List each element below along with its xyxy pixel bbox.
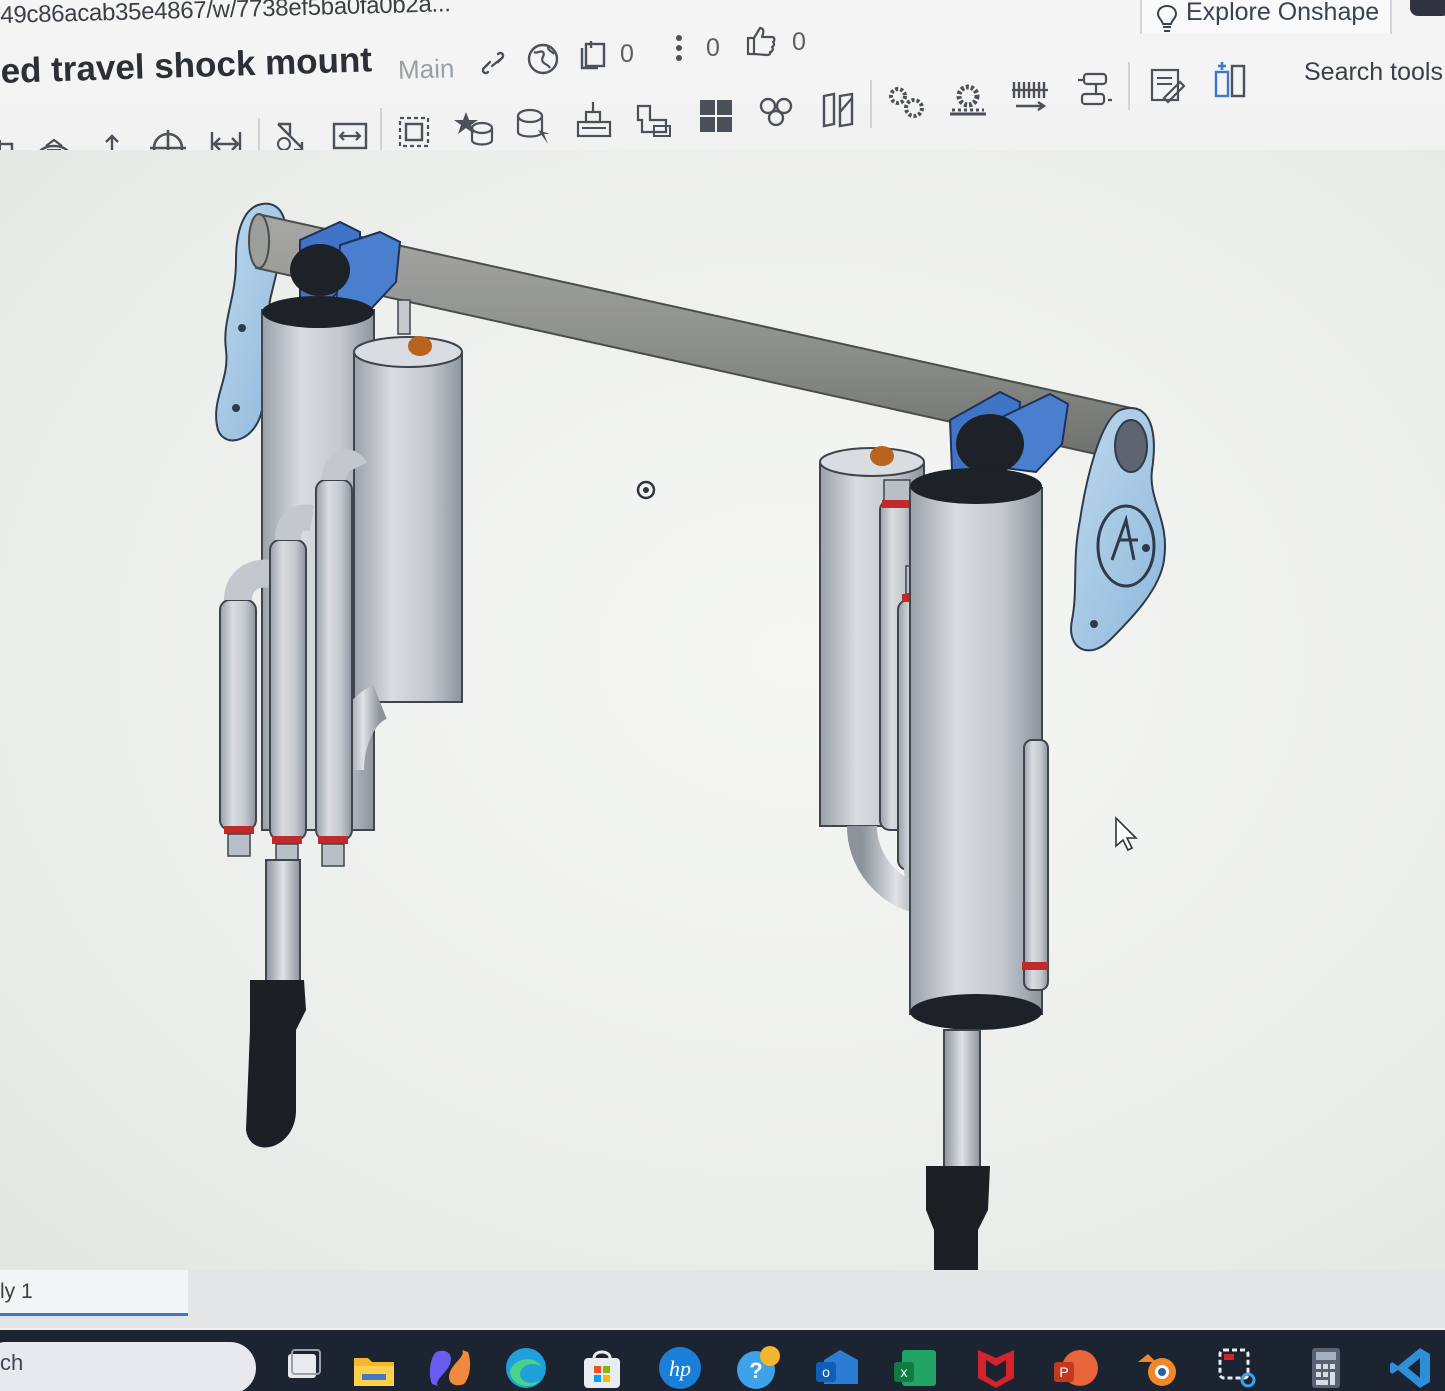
calculator-icon[interactable] [1302,1344,1350,1391]
hp-icon[interactable]: hp [656,1344,704,1391]
tab-assembly-label: ly 1 [0,1280,33,1303]
taskbar: ch hp ? o x P [0,1330,1445,1391]
tab-assembly[interactable]: ly 1 [0,1270,188,1316]
svg-text:o: o [822,1364,830,1380]
excel-icon[interactable]: x [892,1344,940,1391]
shock-mount-model[interactable] [0,0,1445,1270]
taskbar-search-box[interactable] [0,1342,256,1391]
task-view-icon[interactable] [278,1344,326,1391]
taskbar-search-label: ch [0,1350,24,1375]
file-explorer-icon[interactable] [350,1344,398,1391]
svg-text:x: x [901,1364,908,1380]
vscode-icon[interactable] [1386,1344,1434,1391]
tab-bar: ly 1 [0,1270,1445,1328]
edge-icon[interactable] [502,1344,550,1391]
help-icon[interactable]: ? [734,1344,782,1391]
store-icon[interactable] [578,1344,626,1391]
mcafee-icon[interactable] [972,1344,1020,1391]
copilot-icon[interactable] [426,1344,474,1391]
outlook-icon[interactable]: o [814,1344,862,1391]
svg-text:P: P [1059,1364,1068,1380]
snipping-tool-icon[interactable] [1214,1344,1262,1391]
powerpoint-icon[interactable]: P [1052,1344,1100,1391]
svg-text:?: ? [749,1358,762,1383]
svg-text:hp: hp [669,1356,691,1381]
blender-icon[interactable] [1134,1344,1182,1391]
